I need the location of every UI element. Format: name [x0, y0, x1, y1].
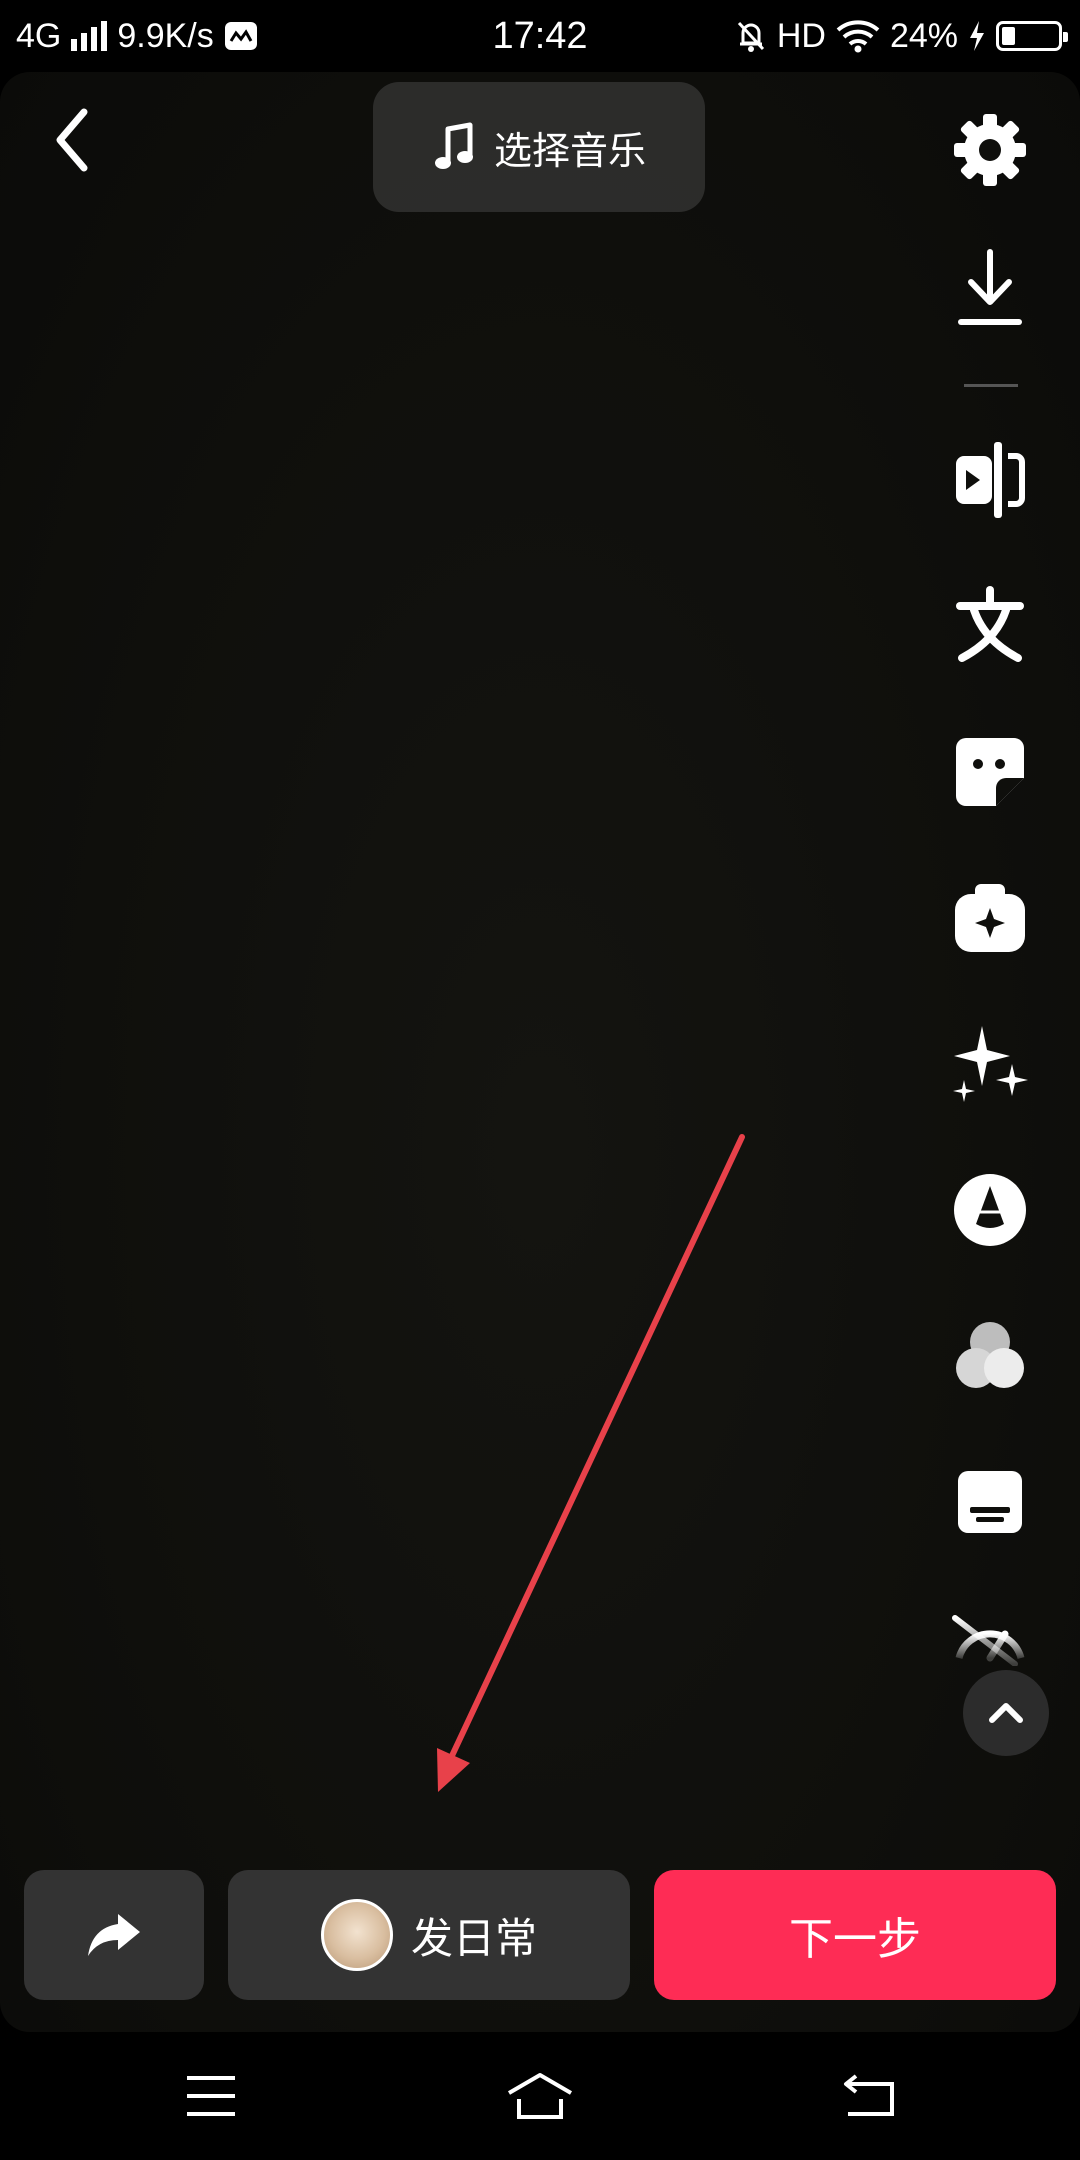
select-music-button[interactable]: 选择音乐 — [373, 82, 705, 212]
bottom-action-bar: 发日常 下一步 — [0, 1868, 1080, 2002]
next-step-label: 下一步 — [789, 1914, 921, 1965]
effects-button[interactable] — [930, 868, 1050, 968]
speed-icon — [952, 1615, 1025, 1666]
wifi-icon — [836, 20, 880, 53]
share-arrow-icon — [88, 1914, 140, 1956]
speed-button[interactable] — [930, 1586, 1050, 1686]
subtitle-icon — [958, 1471, 1022, 1533]
hd-label: HD — [776, 16, 826, 55]
charging-icon — [970, 21, 984, 51]
gear-icon — [954, 114, 1026, 186]
system-nav-bar — [0, 2032, 1080, 2160]
download-icon — [958, 249, 1022, 325]
screen: 4G 9.9K/s 17:42 HD 24% 选择音乐 发日常 下一步 — [0, 0, 1080, 2160]
status-right: HD 24% — [735, 0, 1068, 72]
download-button[interactable] — [930, 238, 1050, 338]
battery-percent: 24% — [889, 16, 958, 55]
chevron-left-icon — [56, 108, 88, 172]
share-button[interactable] — [24, 1870, 204, 2000]
status-bar: 4G 9.9K/s 17:42 HD 24% — [0, 0, 1080, 72]
recent-apps-button[interactable] — [161, 2056, 261, 2136]
beauty-icon — [954, 1174, 1026, 1246]
subtitle-button[interactable] — [930, 1452, 1050, 1552]
battery-icon — [996, 21, 1068, 51]
sticker-icon — [956, 738, 1024, 806]
sparkle-icon — [953, 1026, 1028, 1102]
battery-fill — [1002, 27, 1015, 45]
home-button[interactable] — [490, 2056, 590, 2136]
chevron-up-icon — [989, 1703, 1023, 1723]
next-step-button[interactable]: 下一步 — [654, 1870, 1056, 2000]
settings-button[interactable] — [930, 100, 1050, 200]
beauty-button[interactable] — [930, 1160, 1050, 1260]
magic-button[interactable] — [930, 1014, 1050, 1114]
clip-icon — [956, 442, 1025, 518]
toolbar-divider — [964, 384, 1018, 387]
mute-bell-icon — [737, 21, 764, 52]
system-back-button[interactable] — [818, 2056, 918, 2136]
text-button[interactable] — [930, 576, 1050, 676]
filter-icon — [956, 1322, 1024, 1388]
back-button[interactable] — [44, 100, 104, 180]
video-preview[interactable] — [0, 72, 1080, 2032]
home-icon — [507, 2073, 573, 2119]
menu-icon — [187, 2076, 235, 2116]
avatar — [320, 1899, 393, 1971]
music-note-icon — [434, 122, 473, 169]
collapse-toolbar-button[interactable] — [963, 1670, 1049, 1756]
sticker-button[interactable] — [930, 722, 1050, 822]
post-daily-button[interactable]: 发日常 — [228, 1870, 630, 2000]
select-music-label: 选择音乐 — [493, 128, 646, 173]
post-daily-label: 发日常 — [410, 1913, 537, 1963]
clip-button[interactable] — [930, 430, 1050, 530]
filter-button[interactable] — [930, 1306, 1050, 1406]
text-icon — [956, 586, 1024, 662]
return-icon — [844, 2074, 894, 2116]
effect-icon — [955, 884, 1025, 952]
